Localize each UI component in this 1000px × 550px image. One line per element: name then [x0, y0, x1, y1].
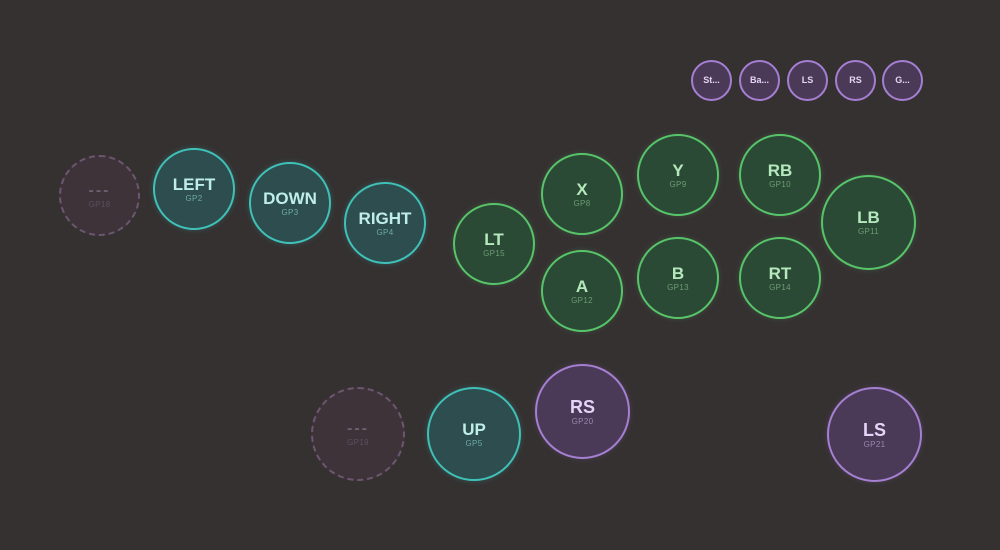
ls-small-button-label: LS	[801, 75, 814, 85]
gpio-label: GP19	[347, 438, 369, 447]
ls-button[interactable]: LS GP21	[827, 387, 922, 482]
right-button-label: RIGHT	[358, 208, 412, 228]
b-button-label: B	[671, 263, 685, 283]
ls-button-label: LS	[862, 419, 886, 440]
rt-button[interactable]: RT GP14	[739, 237, 821, 319]
guide-button-label: G...	[895, 75, 910, 85]
rs-button-label: RS	[569, 396, 595, 417]
gpio-label: GP9	[669, 179, 687, 189]
unassigned-button-gp19[interactable]: --- GP19	[311, 387, 405, 481]
rs-small-button[interactable]: RS	[835, 60, 876, 101]
back-button[interactable]: Ba...	[739, 60, 780, 101]
guide-button[interactable]: G...	[882, 60, 923, 101]
left-button-label: LEFT	[172, 174, 216, 194]
rt-button-label: RT	[768, 263, 792, 283]
gpio-label: GP11	[857, 227, 880, 236]
lt-button[interactable]: LT GP15	[453, 203, 535, 285]
left-button[interactable]: LEFT GP2	[153, 148, 235, 230]
right-button[interactable]: RIGHT GP4	[344, 182, 426, 264]
gpio-label: GP18	[88, 199, 111, 209]
gpio-label: GP20	[571, 416, 594, 426]
a-button-label: A	[575, 276, 589, 296]
gpio-label: GP13	[667, 282, 689, 292]
x-button[interactable]: X GP8	[541, 153, 623, 235]
gpio-label: GP5	[465, 438, 483, 448]
gpio-label: GP12	[571, 295, 593, 305]
y-button-label: Y	[672, 160, 684, 180]
gpio-label: GP2	[185, 193, 203, 203]
gpio-label: GP4	[376, 227, 394, 237]
ls-small-button[interactable]: LS	[787, 60, 828, 101]
lb-button[interactable]: LB GP11	[821, 175, 916, 270]
unassigned-label: ---	[88, 181, 111, 199]
b-button[interactable]: B GP13	[637, 237, 719, 319]
gpio-label: GP15	[483, 248, 505, 258]
rb-button-label: RB	[767, 160, 793, 180]
a-button[interactable]: A GP12	[541, 250, 623, 332]
button-layout-canvas: St... Ba... LS RS G... --- GP18 LEFT GP2…	[0, 0, 1000, 550]
gpio-label: GP21	[863, 439, 886, 449]
x-button-label: X	[576, 179, 588, 199]
y-button[interactable]: Y GP9	[637, 134, 719, 216]
gpio-label: GP14	[769, 282, 791, 292]
back-button-label: Ba...	[749, 75, 769, 85]
rb-button[interactable]: RB GP10	[739, 134, 821, 216]
start-button-label: St...	[703, 75, 720, 85]
lt-button-label: LT	[484, 229, 504, 249]
unassigned-button-gp18[interactable]: --- GP18	[59, 155, 140, 236]
unassigned-label: ---	[347, 420, 369, 437]
up-button[interactable]: UP GP5	[427, 387, 521, 481]
rs-button[interactable]: RS GP20	[535, 364, 630, 459]
start-button[interactable]: St...	[691, 60, 732, 101]
gpio-label: GP8	[573, 198, 591, 208]
lb-button-label: LB	[857, 208, 880, 227]
down-button[interactable]: DOWN GP3	[249, 162, 331, 244]
down-button-label: DOWN	[263, 188, 317, 208]
gpio-label: GP3	[281, 207, 299, 217]
up-button-label: UP	[462, 419, 486, 439]
gpio-label: GP10	[769, 179, 791, 189]
rs-small-button-label: RS	[849, 75, 862, 85]
